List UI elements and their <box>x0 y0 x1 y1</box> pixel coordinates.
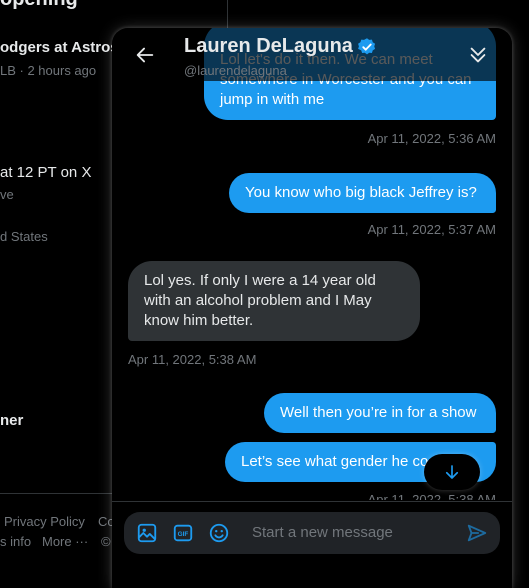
message-bubble-outgoing[interactable]: Well then you’re in for a show <box>264 393 496 433</box>
message-input[interactable]: Start a new message <box>252 524 393 541</box>
message-row: Well then you’re in for a show <box>264 393 496 433</box>
trend-meta: d States <box>0 229 48 244</box>
conversation-header: Lauren DeLaguna @laurendelaguna <box>112 28 512 81</box>
footer-privacy-link[interactable]: Privacy Policy <box>4 514 85 529</box>
message-list[interactable]: Lol let's do it then. We can meet somewh… <box>112 28 512 500</box>
footer-ads-link[interactable]: s info <box>0 534 31 549</box>
message-bubble-incoming[interactable]: Lol yes. If only I were a 14 year old wi… <box>128 261 420 341</box>
message-timestamp: Apr 11, 2022, 5:38 AM <box>367 492 496 500</box>
message-timestamp: Apr 11, 2022, 5:37 AM <box>367 222 496 237</box>
media-icon[interactable] <box>136 522 158 544</box>
section-heading: opening <box>0 0 78 11</box>
contact-name-row[interactable]: Lauren DeLaguna <box>184 35 377 58</box>
message-bubble-outgoing[interactable]: You know who big black Jeffrey is? <box>229 173 496 213</box>
dm-drawer: Lol let's do it then. We can meet somewh… <box>112 28 512 588</box>
send-icon[interactable] <box>466 522 488 544</box>
trend-meta: LB · 2 hours ago <box>0 63 97 78</box>
message-timestamp: Apr 11, 2022, 5:36 AM <box>367 131 496 146</box>
back-arrow-icon[interactable] <box>134 44 156 66</box>
footer-more-link[interactable]: More ··· <box>42 534 88 549</box>
scroll-to-bottom-button[interactable] <box>424 454 480 490</box>
trend-meta: ve <box>0 187 14 202</box>
contact-handle: @laurendelaguna <box>184 63 287 78</box>
message-timestamp: Apr 11, 2022, 5:38 AM <box>128 352 257 367</box>
composer-area: GIF Start a new message <box>112 501 512 588</box>
emoji-icon[interactable] <box>208 522 230 544</box>
message-composer[interactable]: GIF Start a new message <box>124 512 500 554</box>
collapse-chevrons-icon[interactable] <box>467 44 489 66</box>
trend-title[interactable]: ner <box>0 412 23 429</box>
arrow-down-icon <box>445 465 459 479</box>
message-row: You know who big black Jeffrey is? <box>229 173 496 213</box>
trend-title[interactable]: at 12 PT on X <box>0 164 91 181</box>
gif-icon[interactable]: GIF <box>172 522 194 544</box>
message-row: Lol yes. If only I were a 14 year old wi… <box>128 261 420 341</box>
verified-badge-icon <box>358 37 376 54</box>
svg-text:GIF: GIF <box>178 531 189 538</box>
contact-name: Lauren DeLaguna <box>184 35 353 57</box>
footer-copyright: © <box>101 534 111 549</box>
trend-title[interactable]: odgers at Astros <box>0 39 119 56</box>
